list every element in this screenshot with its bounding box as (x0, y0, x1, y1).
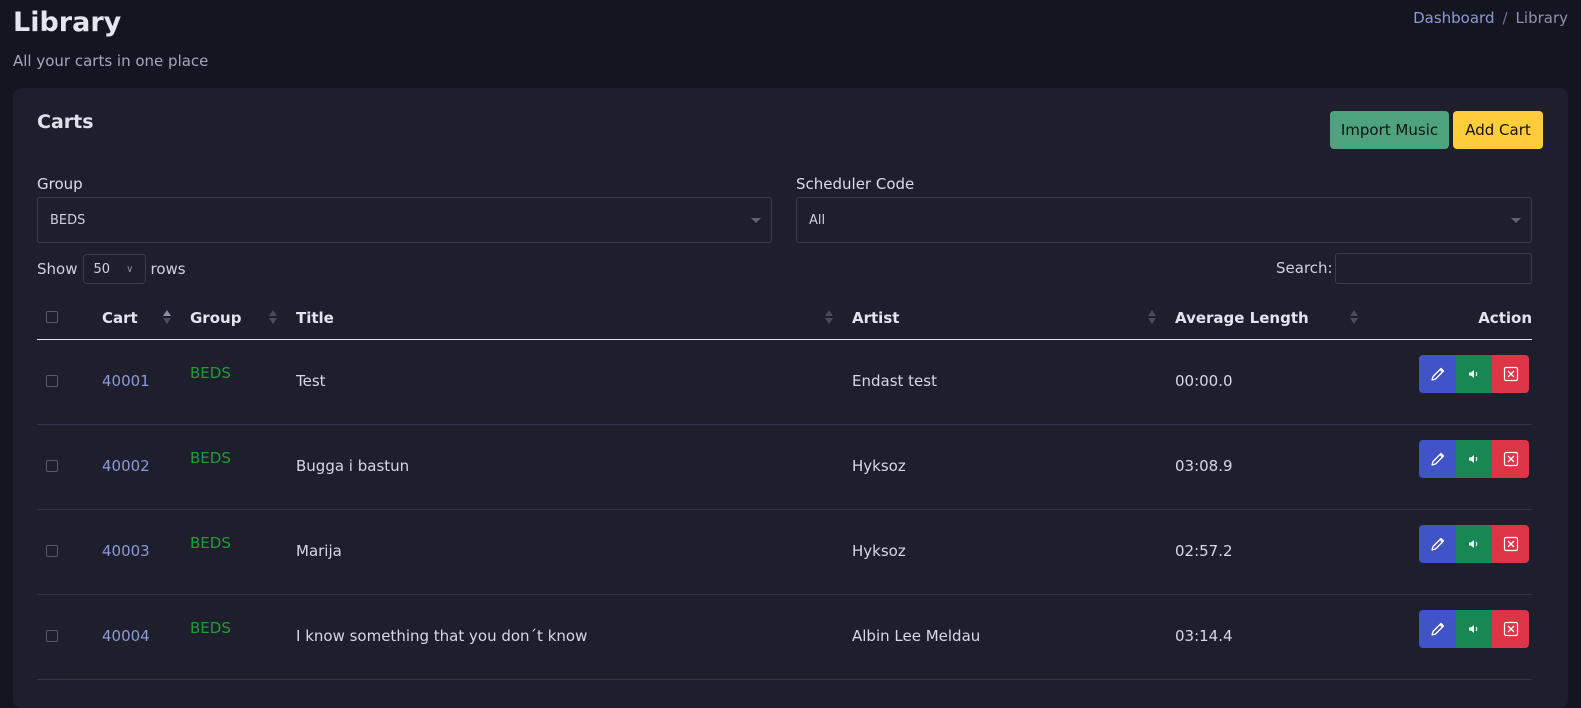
caret-down-icon (1511, 218, 1521, 223)
page-subtitle: All your carts in one place (13, 52, 209, 70)
play-button[interactable] (1456, 525, 1492, 563)
pencil-icon (1430, 537, 1444, 551)
add-cart-button[interactable]: Add Cart (1453, 111, 1543, 149)
column-header-artist[interactable]: Artist (852, 309, 899, 327)
close-box-icon (1503, 621, 1518, 637)
speaker-icon (1469, 540, 1478, 548)
row-actions (1419, 610, 1529, 648)
cart-artist: Hyksoz (852, 542, 906, 560)
cart-artist: Hyksoz (852, 457, 906, 475)
row-checkbox[interactable] (46, 630, 58, 642)
group-tag: BEDS (190, 534, 231, 552)
page-title: Library (13, 7, 122, 38)
play-button[interactable] (1456, 610, 1492, 648)
row-actions (1419, 355, 1529, 393)
cart-average-length: 03:14.4 (1175, 627, 1233, 645)
sort-icon[interactable] (825, 310, 833, 328)
cart-title: Test (296, 372, 326, 390)
group-select-value: BEDS (50, 212, 86, 228)
pencil-icon (1430, 367, 1444, 381)
edit-button[interactable] (1419, 525, 1456, 563)
edit-button[interactable] (1419, 355, 1456, 393)
breadcrumb: Dashboard / Library (1413, 9, 1568, 27)
group-filter-label: Group (37, 175, 83, 193)
card-title: Carts (37, 111, 94, 133)
cart-number-link[interactable]: 40001 (102, 372, 150, 390)
delete-button[interactable] (1492, 525, 1529, 563)
column-header-action: Action (1478, 309, 1532, 327)
cart-title: Bugga i bastun (296, 457, 410, 475)
delete-button[interactable] (1492, 440, 1529, 478)
cart-title: I know something that you don´t know (296, 627, 588, 645)
play-button[interactable] (1456, 440, 1492, 478)
cart-number-link[interactable]: 40003 (102, 542, 150, 560)
speaker-icon (1469, 370, 1478, 378)
row-actions (1419, 525, 1529, 563)
page-header: Library All your carts in one place Dash… (13, 6, 1568, 86)
cart-average-length: 00:00.0 (1175, 372, 1233, 390)
close-box-icon (1503, 536, 1518, 552)
chevron-down-icon: ∨ (126, 264, 134, 275)
rows-per-page-select[interactable]: 50 ∨ (83, 254, 147, 284)
group-tag: BEDS (190, 364, 231, 382)
sort-icon[interactable] (269, 310, 277, 328)
scheduler-filter-label: Scheduler Code (796, 175, 915, 193)
table-row: 40003 BEDS Marija Hyksoz 02:57.2 (37, 510, 1532, 595)
scheduler-code-select[interactable]: All (796, 197, 1532, 243)
speaker-icon (1469, 625, 1478, 633)
scheduler-select-value: All (809, 212, 826, 228)
rows-per-page-value: 50 (93, 261, 111, 277)
group-tag: BEDS (190, 449, 231, 467)
carts-table: Cart Group Title Artist Average Length A… (37, 298, 1532, 680)
table-row: 40001 BEDS Test Endast test 00:00.0 (37, 340, 1532, 425)
cart-number-link[interactable]: 40004 (102, 627, 150, 645)
table-row: 40004 BEDS I know something that you don… (37, 595, 1532, 680)
breadcrumb-dashboard-link[interactable]: Dashboard (1413, 9, 1494, 27)
edit-button[interactable] (1419, 440, 1456, 478)
search-input[interactable] (1335, 253, 1532, 284)
show-label: Show (37, 260, 78, 278)
sort-icon[interactable] (1148, 310, 1156, 328)
delete-button[interactable] (1492, 610, 1529, 648)
row-checkbox[interactable] (46, 545, 58, 557)
delete-button[interactable] (1492, 355, 1529, 393)
select-all-checkbox[interactable] (46, 311, 58, 323)
column-header-title[interactable]: Title (296, 309, 334, 327)
row-checkbox[interactable] (46, 375, 58, 387)
cart-title: Marija (296, 542, 342, 560)
cart-artist: Albin Lee Meldau (852, 627, 981, 645)
edit-button[interactable] (1419, 610, 1456, 648)
close-box-icon (1503, 451, 1518, 467)
rows-label: rows (150, 260, 186, 278)
table-header: Cart Group Title Artist Average Length A… (37, 298, 1532, 340)
cart-artist: Endast test (852, 372, 937, 390)
sort-icon[interactable] (163, 310, 171, 328)
speaker-icon (1469, 455, 1478, 463)
column-header-cart[interactable]: Cart (102, 309, 138, 327)
row-actions (1419, 440, 1529, 478)
column-header-group[interactable]: Group (190, 309, 241, 327)
row-checkbox[interactable] (46, 460, 58, 472)
import-music-button[interactable]: Import Music (1330, 111, 1449, 149)
caret-down-icon (751, 218, 761, 223)
cart-average-length: 03:08.9 (1175, 457, 1233, 475)
sort-icon[interactable] (1350, 310, 1358, 328)
pencil-icon (1430, 622, 1444, 636)
cart-number-link[interactable]: 40002 (102, 457, 150, 475)
rows-per-page-control: Show 50 ∨ rows (37, 254, 186, 284)
close-box-icon (1503, 366, 1518, 382)
table-row: 40002 BEDS Bugga i bastun Hyksoz 03:08.9 (37, 425, 1532, 510)
column-header-average-length[interactable]: Average Length (1175, 309, 1309, 327)
group-select[interactable]: BEDS (37, 197, 772, 243)
search-label: Search: (1276, 259, 1333, 277)
carts-card: Carts Import Music Add Cart Group BEDS S… (13, 88, 1568, 708)
group-tag: BEDS (190, 619, 231, 637)
breadcrumb-separator: / (1502, 9, 1508, 27)
breadcrumb-current: Library (1515, 9, 1568, 27)
play-button[interactable] (1456, 355, 1492, 393)
cart-average-length: 02:57.2 (1175, 542, 1233, 560)
pencil-icon (1430, 452, 1444, 466)
